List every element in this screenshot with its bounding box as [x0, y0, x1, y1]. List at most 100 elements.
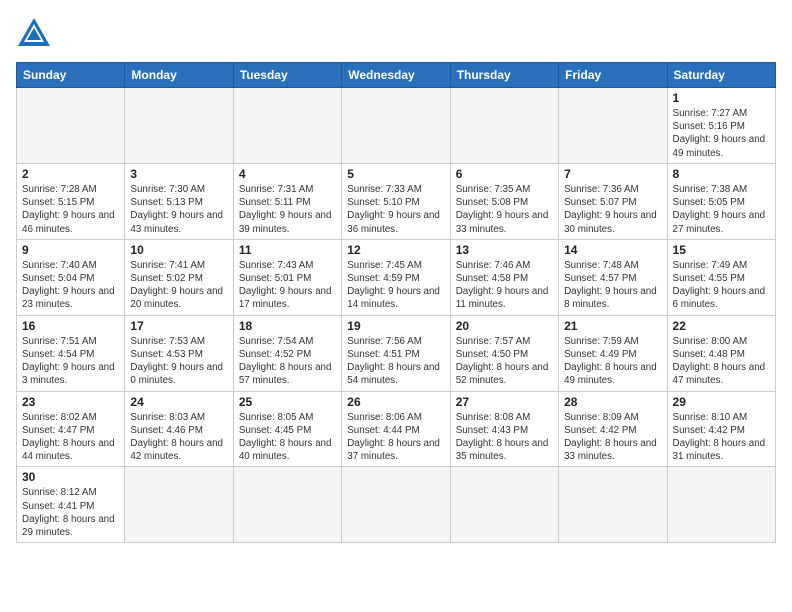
calendar-cell: 2 Sunrise: 7:28 AMSunset: 5:15 PMDaylight… — [17, 163, 125, 239]
day-number: 25 — [239, 395, 336, 409]
day-info: Sunrise: 7:28 AMSunset: 5:15 PMDaylight:… — [22, 183, 119, 236]
week-row-5: 23 Sunrise: 8:02 AMSunset: 4:47 PMDayligh… — [17, 391, 776, 467]
day-info: Sunrise: 8:06 AMSunset: 4:44 PMDaylight:… — [347, 411, 444, 464]
calendar-cell — [125, 88, 233, 164]
calendar-cell — [125, 467, 233, 543]
day-number: 27 — [456, 395, 553, 409]
week-row-2: 2 Sunrise: 7:28 AMSunset: 5:15 PMDaylight… — [17, 163, 776, 239]
day-info: Sunrise: 8:05 AMSunset: 4:45 PMDaylight:… — [239, 411, 336, 464]
day-number: 22 — [673, 319, 770, 333]
calendar-cell: 23 Sunrise: 8:02 AMSunset: 4:47 PMDayligh… — [17, 391, 125, 467]
calendar-cell: 24 Sunrise: 8:03 AMSunset: 4:46 PMDayligh… — [125, 391, 233, 467]
logo — [16, 16, 56, 52]
day-number: 5 — [347, 167, 444, 181]
week-row-3: 9Sunrise: 7:40 AMSunset: 5:04 PMDaylight… — [17, 239, 776, 315]
day-number: 17 — [130, 319, 227, 333]
day-info: Sunrise: 7:36 AMSunset: 5:07 PMDaylight:… — [564, 183, 661, 236]
day-info: Sunrise: 7:46 AMSunset: 4:58 PMDaylight:… — [456, 259, 553, 312]
header — [16, 16, 776, 52]
day-number: 28 — [564, 395, 661, 409]
calendar-cell: 7Sunrise: 7:36 AMSunset: 5:07 PMDaylight… — [559, 163, 667, 239]
calendar-cell: 11Sunrise: 7:43 AMSunset: 5:01 PMDayligh… — [233, 239, 341, 315]
calendar-cell — [450, 467, 558, 543]
weekday-header-saturday: Saturday — [667, 63, 775, 88]
day-number: 10 — [130, 243, 227, 257]
calendar-cell: 10Sunrise: 7:41 AMSunset: 5:02 PMDayligh… — [125, 239, 233, 315]
week-row-4: 16 Sunrise: 7:51 AMSunset: 4:54 PMDayligh… — [17, 315, 776, 391]
day-number: 11 — [239, 243, 336, 257]
day-number: 21 — [564, 319, 661, 333]
calendar-cell: 28Sunrise: 8:09 AMSunset: 4:42 PMDayligh… — [559, 391, 667, 467]
day-info: Sunrise: 7:30 AMSunset: 5:13 PMDaylight:… — [130, 183, 227, 236]
day-number: 29 — [673, 395, 770, 409]
day-number: 2 — [22, 167, 119, 181]
calendar-cell: 5 Sunrise: 7:33 AMSunset: 5:10 PMDaylight… — [342, 163, 450, 239]
day-number: 23 — [22, 395, 119, 409]
calendar-cell: 30Sunrise: 8:12 AMSunset: 4:41 PMDayligh… — [17, 467, 125, 543]
calendar-cell: 22 Sunrise: 8:00 AMSunset: 4:48 PMDayligh… — [667, 315, 775, 391]
calendar-cell — [342, 88, 450, 164]
calendar-cell: 29 Sunrise: 8:10 AMSunset: 4:42 PMDayligh… — [667, 391, 775, 467]
calendar-cell: 25 Sunrise: 8:05 AMSunset: 4:45 PMDayligh… — [233, 391, 341, 467]
day-info: Sunrise: 7:40 AMSunset: 5:04 PMDaylight:… — [22, 259, 119, 312]
calendar-cell: 16 Sunrise: 7:51 AMSunset: 4:54 PMDayligh… — [17, 315, 125, 391]
calendar-cell — [233, 88, 341, 164]
weekday-header-wednesday: Wednesday — [342, 63, 450, 88]
day-number: 19 — [347, 319, 444, 333]
weekday-header-thursday: Thursday — [450, 63, 558, 88]
day-number: 3 — [130, 167, 227, 181]
day-info: Sunrise: 7:35 AMSunset: 5:08 PMDaylight:… — [456, 183, 553, 236]
day-number: 1 — [673, 91, 770, 105]
weekday-header-monday: Monday — [125, 63, 233, 88]
day-info: Sunrise: 7:54 AMSunset: 4:52 PMDaylight:… — [239, 335, 336, 388]
calendar-cell: 19 Sunrise: 7:56 AMSunset: 4:51 PMDayligh… — [342, 315, 450, 391]
calendar-cell: 17 Sunrise: 7:53 AMSunset: 4:53 PMDayligh… — [125, 315, 233, 391]
day-number: 20 — [456, 319, 553, 333]
day-info: Sunrise: 7:33 AMSunset: 5:10 PMDaylight:… — [347, 183, 444, 236]
calendar-cell: 13 Sunrise: 7:46 AMSunset: 4:58 PMDayligh… — [450, 239, 558, 315]
calendar-cell — [17, 88, 125, 164]
day-number: 4 — [239, 167, 336, 181]
calendar-cell — [450, 88, 558, 164]
day-info: Sunrise: 7:53 AMSunset: 4:53 PMDaylight:… — [130, 335, 227, 388]
calendar-cell: 4 Sunrise: 7:31 AMSunset: 5:11 PMDaylight… — [233, 163, 341, 239]
day-number: 8 — [673, 167, 770, 181]
day-info: Sunrise: 7:27 AMSunset: 5:16 PMDaylight:… — [673, 107, 770, 160]
calendar-cell: 1 Sunrise: 7:27 AMSunset: 5:16 PMDaylight… — [667, 88, 775, 164]
day-number: 16 — [22, 319, 119, 333]
day-info: Sunrise: 7:49 AMSunset: 4:55 PMDaylight:… — [673, 259, 770, 312]
week-row-1: 1 Sunrise: 7:27 AMSunset: 5:16 PMDaylight… — [17, 88, 776, 164]
day-number: 12 — [347, 243, 444, 257]
day-info: Sunrise: 8:03 AMSunset: 4:46 PMDaylight:… — [130, 411, 227, 464]
day-info: Sunrise: 7:56 AMSunset: 4:51 PMDaylight:… — [347, 335, 444, 388]
calendar-cell — [667, 467, 775, 543]
day-number: 13 — [456, 243, 553, 257]
day-info: Sunrise: 8:10 AMSunset: 4:42 PMDaylight:… — [673, 411, 770, 464]
week-row-6: 30Sunrise: 8:12 AMSunset: 4:41 PMDayligh… — [17, 467, 776, 543]
calendar-cell — [559, 88, 667, 164]
calendar-cell: 21 Sunrise: 7:59 AMSunset: 4:49 PMDayligh… — [559, 315, 667, 391]
calendar-cell: 26 Sunrise: 8:06 AMSunset: 4:44 PMDayligh… — [342, 391, 450, 467]
calendar-cell: 9Sunrise: 7:40 AMSunset: 5:04 PMDaylight… — [17, 239, 125, 315]
day-info: Sunrise: 8:00 AMSunset: 4:48 PMDaylight:… — [673, 335, 770, 388]
day-info: Sunrise: 7:31 AMSunset: 5:11 PMDaylight:… — [239, 183, 336, 236]
calendar-cell: 18 Sunrise: 7:54 AMSunset: 4:52 PMDayligh… — [233, 315, 341, 391]
calendar-cell — [559, 467, 667, 543]
day-info: Sunrise: 8:08 AMSunset: 4:43 PMDaylight:… — [456, 411, 553, 464]
day-info: Sunrise: 7:51 AMSunset: 4:54 PMDaylight:… — [22, 335, 119, 388]
day-number: 14 — [564, 243, 661, 257]
day-info: Sunrise: 7:59 AMSunset: 4:49 PMDaylight:… — [564, 335, 661, 388]
weekday-header-row: SundayMondayTuesdayWednesdayThursdayFrid… — [17, 63, 776, 88]
calendar-cell — [233, 467, 341, 543]
weekday-header-sunday: Sunday — [17, 63, 125, 88]
day-info: Sunrise: 8:02 AMSunset: 4:47 PMDaylight:… — [22, 411, 119, 464]
day-number: 26 — [347, 395, 444, 409]
day-info: Sunrise: 8:12 AMSunset: 4:41 PMDaylight:… — [22, 486, 119, 539]
day-info: Sunrise: 7:48 AMSunset: 4:57 PMDaylight:… — [564, 259, 661, 312]
calendar-cell: 6Sunrise: 7:35 AMSunset: 5:08 PMDaylight… — [450, 163, 558, 239]
weekday-header-tuesday: Tuesday — [233, 63, 341, 88]
calendar-cell: 3 Sunrise: 7:30 AMSunset: 5:13 PMDaylight… — [125, 163, 233, 239]
day-number: 18 — [239, 319, 336, 333]
logo-icon — [16, 16, 52, 52]
day-number: 24 — [130, 395, 227, 409]
